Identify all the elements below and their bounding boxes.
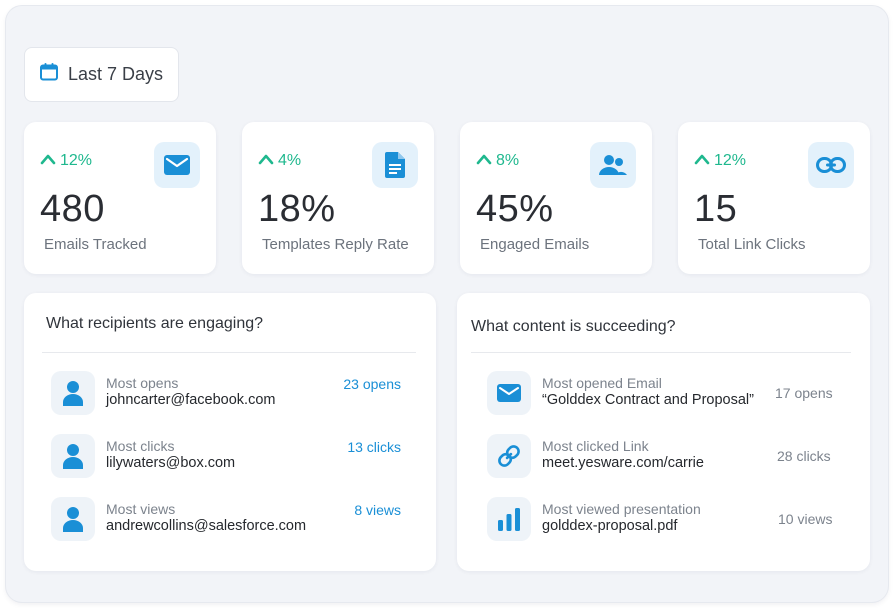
- chevron-up-icon: [476, 152, 492, 170]
- envelope-icon: [154, 142, 200, 188]
- list-item-most-clicked-link: Most clicked Link meet.yesware.com/carri…: [487, 432, 837, 484]
- person-icon: [51, 371, 95, 415]
- chevron-up-icon: [694, 152, 710, 170]
- stat-card-engaged-emails: 8% 45% Engaged Emails: [460, 122, 652, 274]
- row-label: Most views: [106, 501, 176, 517]
- row-label: Most clicks: [106, 438, 175, 454]
- row-value: meet.yesware.com/carrie: [542, 455, 704, 471]
- link-icon: [808, 142, 854, 188]
- row-label: Most opens: [106, 375, 179, 391]
- list-item-most-clicks: Most clicks lilywaters@box.com 13 clicks: [51, 432, 401, 484]
- trend-value: 12%: [714, 152, 747, 169]
- stat-value: 480: [40, 188, 105, 230]
- row-label: Most viewed presentation: [542, 501, 701, 517]
- row-metric-link[interactable]: 23 opens: [343, 376, 401, 392]
- stat-value: 15: [694, 188, 738, 230]
- row-metric: 17 opens: [775, 385, 833, 401]
- trend-value: 12%: [60, 152, 93, 169]
- divider: [42, 352, 416, 353]
- divider: [471, 352, 851, 353]
- row-metric-link[interactable]: 13 clicks: [347, 439, 401, 455]
- date-range-label: Last 7 Days: [68, 64, 164, 84]
- stat-caption: Total Link Clicks: [698, 236, 806, 253]
- link-icon: [487, 434, 531, 478]
- bar-chart-icon: [487, 497, 531, 541]
- date-range-button[interactable]: Last 7 Days: [24, 47, 179, 102]
- trend-indicator: 12%: [40, 152, 92, 170]
- document-icon: [372, 142, 418, 188]
- stat-card-total-link-clicks: 12% 15 Total Link Clicks: [678, 122, 870, 274]
- trend-indicator: 12%: [694, 152, 746, 170]
- trend-value: 4%: [278, 152, 302, 169]
- stat-card-emails-tracked: 12% 480 Emails Tracked: [24, 122, 216, 274]
- person-icon: [51, 497, 95, 541]
- row-label: Most clicked Link: [542, 438, 649, 454]
- panel-title: What recipients are engaging?: [46, 315, 264, 332]
- list-item-most-views: Most views andrewcollins@salesforce.com …: [51, 495, 401, 547]
- trend-value: 8%: [496, 152, 520, 169]
- users-icon: [590, 142, 636, 188]
- row-value: lilywaters@box.com: [106, 455, 236, 471]
- calendar-icon: [39, 62, 59, 87]
- row-label: Most opened Email: [542, 375, 662, 391]
- recipients-panel: What recipients are engaging? Most opens…: [24, 293, 436, 571]
- row-metric-link[interactable]: 8 views: [354, 502, 401, 518]
- content-panel: What content is succeeding? Most opened …: [457, 293, 870, 571]
- stat-caption: Emails Tracked: [44, 236, 147, 253]
- row-metric: 10 views: [778, 511, 833, 527]
- row-value: golddex-proposal.pdf: [542, 518, 678, 534]
- row-value: “Golddex Contract and Proposal”: [542, 392, 754, 408]
- stat-caption: Engaged Emails: [480, 236, 590, 253]
- row-metric: 28 clicks: [777, 448, 831, 464]
- row-value: johncarter@facebook.com: [106, 392, 276, 408]
- list-item-most-viewed-presentation: Most viewed presentation golddex-proposa…: [487, 495, 837, 547]
- stat-value: 45%: [476, 188, 554, 230]
- envelope-icon: [487, 371, 531, 415]
- stat-card-templates-reply-rate: 4% 18% Templates Reply Rate: [242, 122, 434, 274]
- chevron-up-icon: [258, 152, 274, 170]
- row-value: andrewcollins@salesforce.com: [106, 518, 307, 534]
- person-icon: [51, 434, 95, 478]
- list-item-most-opens: Most opens johncarter@facebook.com 23 op…: [51, 369, 401, 421]
- chevron-up-icon: [40, 152, 56, 170]
- stat-caption: Templates Reply Rate: [262, 236, 409, 253]
- trend-indicator: 4%: [258, 152, 301, 170]
- trend-indicator: 8%: [476, 152, 519, 170]
- stat-value: 18%: [258, 188, 336, 230]
- panel-title: What content is succeeding?: [471, 318, 676, 335]
- list-item-most-opened-email: Most opened Email “Golddex Contract and …: [487, 369, 837, 421]
